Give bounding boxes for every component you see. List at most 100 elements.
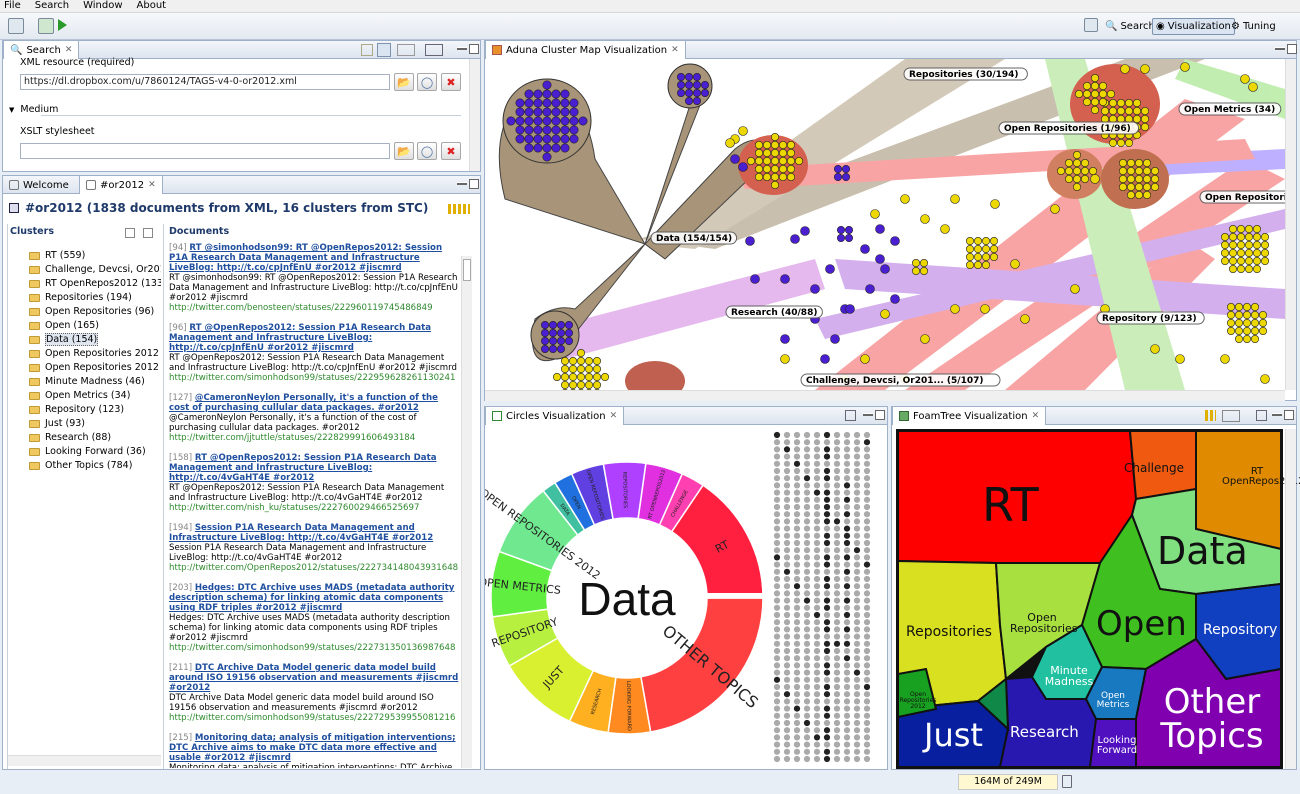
document-dot[interactable] xyxy=(793,525,801,532)
document-title-link[interactable]: RT @simonhodson99: RT @OpenRepos2012: Se… xyxy=(169,243,442,273)
document-dot[interactable] xyxy=(853,640,861,647)
document-ball[interactable] xyxy=(533,89,543,99)
document-dot[interactable] xyxy=(823,532,831,539)
document-url[interactable]: http://twitter.com/simonhodson99/statuse… xyxy=(169,643,461,653)
document-dot[interactable] xyxy=(843,676,851,683)
document-dot[interactable] xyxy=(863,561,871,568)
document-ball[interactable] xyxy=(515,116,525,126)
document-ball[interactable] xyxy=(540,328,549,337)
document-dot[interactable] xyxy=(803,568,811,575)
document-ball[interactable] xyxy=(557,344,566,353)
document-dot[interactable] xyxy=(833,475,841,482)
document-ball[interactable] xyxy=(778,141,787,150)
document-ball[interactable] xyxy=(1072,175,1081,184)
document-ball[interactable] xyxy=(577,364,586,373)
document-dot[interactable] xyxy=(813,597,821,604)
document-dot[interactable] xyxy=(803,554,811,561)
document-ball[interactable] xyxy=(569,380,578,389)
document-dot[interactable] xyxy=(853,482,861,489)
document-ball[interactable] xyxy=(1072,183,1081,192)
document-dot[interactable] xyxy=(823,748,831,755)
document-ball[interactable] xyxy=(1242,334,1251,343)
document-dot[interactable] xyxy=(773,748,781,755)
document-dot[interactable] xyxy=(783,640,791,647)
document-dot[interactable] xyxy=(783,431,791,439)
document-ball[interactable] xyxy=(786,157,795,166)
document-dot[interactable] xyxy=(863,453,871,460)
document-ball[interactable] xyxy=(561,380,570,389)
document-ball[interactable] xyxy=(1244,225,1253,234)
document-ball[interactable] xyxy=(990,199,1000,209)
document-dot[interactable] xyxy=(843,439,851,446)
document-dot[interactable] xyxy=(863,547,871,554)
document-ball[interactable] xyxy=(750,274,760,284)
document-dot[interactable] xyxy=(853,719,861,727)
document-ball[interactable] xyxy=(1118,167,1127,176)
document-ball[interactable] xyxy=(593,356,602,365)
document-dot[interactable] xyxy=(813,626,821,633)
document-ball[interactable] xyxy=(950,304,960,314)
document-ball[interactable] xyxy=(1090,89,1099,98)
document-ball[interactable] xyxy=(1090,174,1100,184)
maximize-button[interactable] xyxy=(469,44,479,54)
document-dot[interactable] xyxy=(823,518,831,525)
document-ball[interactable] xyxy=(551,143,561,153)
document-dot[interactable] xyxy=(863,662,871,669)
cluster-map-label[interactable]: Open Repositories (1/96) xyxy=(998,121,1140,135)
document-dot[interactable] xyxy=(813,467,821,475)
processing-icon[interactable] xyxy=(38,18,54,34)
document-ball[interactable] xyxy=(1098,97,1107,106)
document-ball[interactable] xyxy=(875,224,885,234)
document-dot[interactable] xyxy=(813,503,821,511)
document-ball[interactable] xyxy=(1082,97,1091,106)
document-title-link[interactable]: RT @OpenRepos2012: Session P1A Research … xyxy=(169,323,431,353)
document-dot[interactable] xyxy=(833,741,841,748)
document-dot[interactable] xyxy=(803,683,811,691)
minimize-button[interactable] xyxy=(457,182,467,185)
document-ball[interactable] xyxy=(1132,114,1141,123)
document-dot[interactable] xyxy=(773,496,781,503)
maximize-button[interactable] xyxy=(1284,410,1294,420)
document-dot[interactable] xyxy=(813,633,821,640)
document-dot[interactable] xyxy=(793,532,801,539)
document-dot[interactable] xyxy=(793,669,801,676)
document-dot[interactable] xyxy=(863,755,871,763)
document-ball[interactable] xyxy=(685,96,694,105)
document-dot[interactable] xyxy=(843,626,851,633)
document-dot[interactable] xyxy=(823,741,831,748)
document-dot[interactable] xyxy=(803,453,811,460)
document-ball[interactable] xyxy=(1132,98,1141,107)
cluster-item[interactable]: Open (165) xyxy=(29,319,161,333)
document-dot[interactable] xyxy=(823,712,831,719)
document-dot[interactable] xyxy=(833,676,841,683)
document-dot[interactable] xyxy=(823,496,831,503)
document-ball[interactable] xyxy=(569,125,579,135)
document-ball[interactable] xyxy=(860,244,870,254)
trash-icon[interactable] xyxy=(1062,775,1072,788)
document-dot[interactable] xyxy=(773,640,781,647)
document-dot[interactable] xyxy=(783,626,791,633)
document-dot[interactable] xyxy=(863,640,871,647)
document-dot[interactable] xyxy=(833,590,841,597)
document-dot[interactable] xyxy=(773,683,781,691)
document-dot[interactable] xyxy=(803,626,811,633)
maximize-button[interactable] xyxy=(875,410,885,420)
document-title-link[interactable]: Monitoring data; analysis of mitigation … xyxy=(169,733,456,763)
document-dot[interactable] xyxy=(803,511,811,518)
document-ball[interactable] xyxy=(569,364,578,373)
document-dot[interactable] xyxy=(843,547,851,554)
document-ball[interactable] xyxy=(533,125,543,135)
document-dot[interactable] xyxy=(853,669,861,676)
document-dot[interactable] xyxy=(773,568,781,575)
document-dot[interactable] xyxy=(853,460,861,467)
document-dot[interactable] xyxy=(813,496,821,503)
document-dot[interactable] xyxy=(833,734,841,741)
document-dot[interactable] xyxy=(813,640,821,647)
document-ball[interactable] xyxy=(738,162,748,172)
document-dot[interactable] xyxy=(833,683,841,691)
document-dot[interactable] xyxy=(813,590,821,597)
document-dot[interactable] xyxy=(863,460,871,467)
document-dot[interactable] xyxy=(793,633,801,640)
document-dot[interactable] xyxy=(783,547,791,554)
document-dot[interactable] xyxy=(823,539,831,547)
